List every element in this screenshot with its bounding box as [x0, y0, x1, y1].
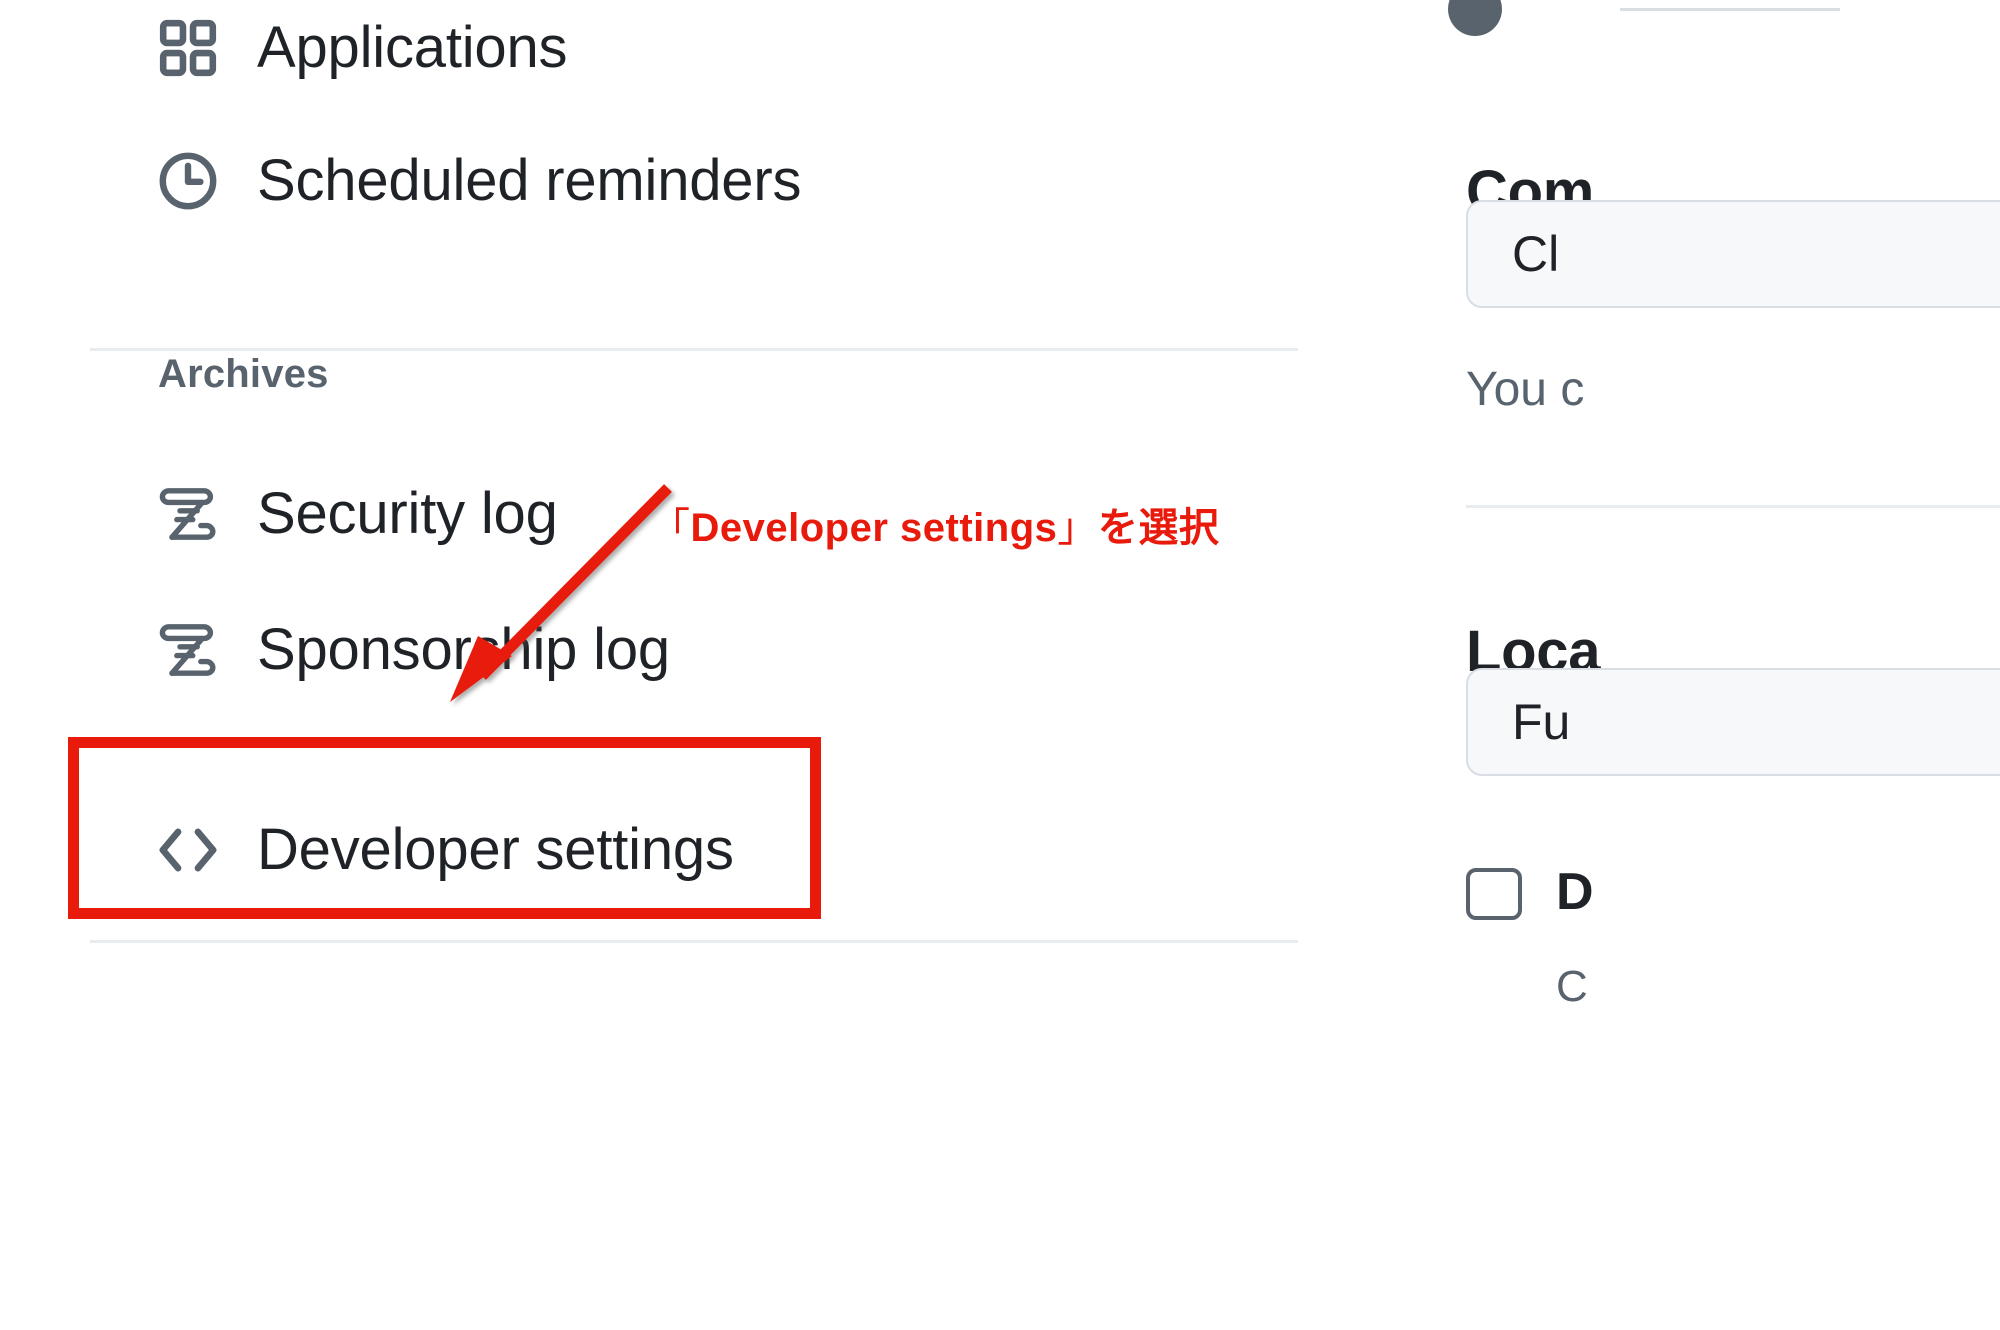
sidebar-item-label: Developer settings	[257, 817, 734, 883]
locale-select-button[interactable]: Fu	[1466, 668, 2000, 776]
settings-sidebar: Applications Scheduled reminders Archive…	[0, 0, 1400, 1330]
locale-select-button-label: Fu	[1512, 694, 1571, 750]
sidebar-divider	[90, 348, 1298, 351]
sidebar-item-scheduled-reminders[interactable]: Scheduled reminders	[155, 133, 801, 229]
main-divider	[1466, 505, 2000, 508]
locale-checkbox-row[interactable]: D	[1466, 862, 1594, 922]
annotation-open-bracket: 「	[650, 506, 691, 550]
sidebar-divider	[90, 940, 1298, 943]
locale-checkbox-label: D	[1556, 863, 1594, 921]
sidebar-item-label: Security log	[257, 481, 558, 547]
sidebar-section-archives: Archives	[158, 352, 329, 396]
clock-icon	[155, 148, 221, 214]
annotation-target-text: Developer settings	[690, 506, 1058, 550]
compose-select-button-label: Cl	[1512, 226, 1560, 282]
compose-help-text: You c	[1466, 363, 1585, 416]
sidebar-item-label: Sponsorship log	[257, 617, 670, 683]
compose-select-button[interactable]: Cl	[1466, 200, 2000, 308]
apps-grid-icon	[155, 15, 221, 81]
screenshot-root: Applications Scheduled reminders Archive…	[0, 0, 2000, 1330]
log-scroll-icon	[155, 617, 221, 683]
locale-checkbox-sublabel: C	[1556, 962, 1588, 1011]
sidebar-item-applications[interactable]: Applications	[155, 0, 568, 96]
sidebar-item-developer-settings[interactable]: Developer settings	[155, 802, 734, 898]
sidebar-item-security-log[interactable]: Security log	[155, 466, 558, 562]
main-content-pane: Com Cl You c Loca Fu D C	[1448, 0, 2000, 1330]
log-scroll-icon	[155, 481, 221, 547]
locale-checkbox[interactable]	[1466, 868, 1522, 920]
annotation-close-bracket: 」	[1057, 506, 1098, 550]
avatar	[1448, 0, 1502, 36]
code-brackets-icon	[155, 817, 221, 883]
sidebar-item-sponsorship-log[interactable]: Sponsorship log	[155, 602, 670, 698]
sidebar-item-label: Scheduled reminders	[257, 148, 802, 214]
annotation-suffix-text: を選択	[1097, 506, 1220, 550]
top-divider	[1620, 8, 1840, 11]
annotation-label: 「Developer settings」を選択	[650, 495, 1219, 553]
sidebar-item-label: Applications	[257, 15, 568, 81]
